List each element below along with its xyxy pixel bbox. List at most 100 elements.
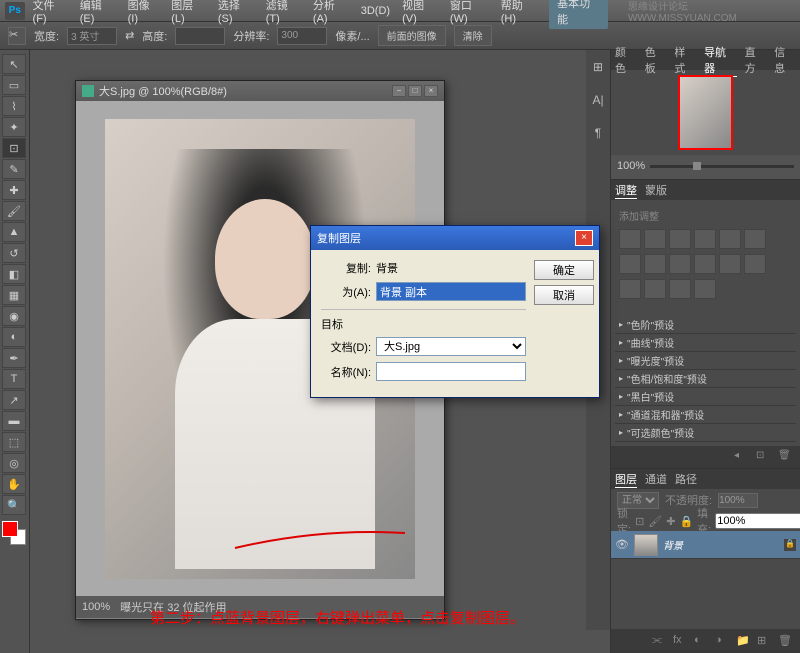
menu-file[interactable]: 文件(F) bbox=[33, 0, 68, 25]
lock-all-icon[interactable]: 🔒 bbox=[679, 515, 693, 528]
ok-button[interactable]: 确定 bbox=[534, 260, 594, 280]
preset-channel[interactable]: "通道混和器"预设 bbox=[615, 406, 796, 424]
layer-background-row[interactable]: 👁 背景 🔒 bbox=[611, 531, 800, 559]
menu-analysis[interactable]: 分析(A) bbox=[313, 0, 349, 25]
preset-levels[interactable]: "色阶"预设 bbox=[615, 316, 796, 334]
adj-foot-icon-3[interactable]: 🗑 bbox=[778, 450, 794, 464]
navigator-preview[interactable] bbox=[611, 70, 800, 155]
lock-pos-icon[interactable]: ✚ bbox=[666, 515, 675, 528]
close-button[interactable]: × bbox=[424, 85, 438, 97]
minimize-button[interactable]: − bbox=[392, 85, 406, 97]
tab-info[interactable]: 信息 bbox=[774, 44, 796, 76]
tab-paths[interactable]: 路径 bbox=[675, 471, 697, 487]
layer-lock-icon[interactable]: 🔒 bbox=[784, 539, 796, 551]
zoom-value[interactable]: 100% bbox=[82, 601, 110, 613]
adj-poster-icon[interactable] bbox=[719, 254, 741, 274]
visibility-icon[interactable]: 👁 bbox=[615, 538, 629, 552]
hand-tool[interactable]: ✋ bbox=[2, 474, 26, 494]
group-icon[interactable]: 📁 bbox=[736, 634, 752, 648]
height-input[interactable] bbox=[175, 27, 225, 45]
adj-3-icon[interactable] bbox=[669, 279, 691, 299]
doc-select[interactable]: 大S.jpg bbox=[376, 337, 526, 356]
adj-invert-icon[interactable] bbox=[694, 254, 716, 274]
adj-4-icon[interactable] bbox=[694, 279, 716, 299]
lock-pixel-icon[interactable]: 🖌 bbox=[648, 515, 662, 528]
tab-masks[interactable]: 蒙版 bbox=[645, 182, 667, 198]
nav-zoom-value[interactable]: 100% bbox=[617, 160, 645, 172]
adj-curves-icon[interactable] bbox=[669, 229, 691, 249]
3d-cam-tool[interactable]: ◎ bbox=[2, 453, 26, 473]
type-tool[interactable]: T bbox=[2, 369, 26, 389]
adj-grad-icon[interactable] bbox=[619, 279, 641, 299]
clear-button[interactable]: 清除 bbox=[454, 25, 492, 46]
adj-foot-icon-1[interactable]: ◂ bbox=[734, 450, 750, 464]
pen-tool[interactable]: ✒ bbox=[2, 348, 26, 368]
link-icon[interactable]: ⫘ bbox=[652, 634, 668, 648]
layer-name[interactable]: 背景 bbox=[663, 537, 683, 552]
preset-bw[interactable]: "黑白"预设 bbox=[615, 388, 796, 406]
adj-levels-icon[interactable] bbox=[644, 229, 666, 249]
adjust-layer-icon[interactable]: ◑ bbox=[715, 634, 731, 648]
lock-trans-icon[interactable]: ⊡ bbox=[635, 515, 644, 528]
tab-histogram[interactable]: 直方 bbox=[745, 44, 767, 76]
foreground-color[interactable] bbox=[2, 521, 18, 537]
crop-tool[interactable]: ⊡ bbox=[2, 138, 26, 158]
document-titlebar[interactable]: 大S.jpg @ 100%(RGB/8#) − □ × bbox=[76, 81, 444, 101]
fill-input[interactable] bbox=[715, 513, 800, 529]
layer-thumb[interactable] bbox=[634, 534, 658, 556]
adj-bw-icon[interactable] bbox=[619, 254, 641, 274]
strip-icon-2[interactable]: A| bbox=[589, 93, 607, 111]
name-input[interactable] bbox=[376, 362, 526, 381]
stamp-tool[interactable]: ▲ bbox=[2, 222, 26, 242]
preset-selective[interactable]: "可选颜色"预设 bbox=[615, 424, 796, 442]
wand-tool[interactable]: ✦ bbox=[2, 117, 26, 137]
adj-thresh-icon[interactable] bbox=[744, 254, 766, 274]
menu-image[interactable]: 图像(I) bbox=[128, 0, 160, 25]
swap-icon[interactable]: ⇄ bbox=[125, 29, 134, 42]
menu-window[interactable]: 窗口(W) bbox=[450, 0, 489, 25]
menu-filter[interactable]: 滤镜(T) bbox=[266, 0, 301, 25]
menu-edit[interactable]: 编辑(E) bbox=[80, 0, 116, 25]
front-image-button[interactable]: 前面的图像 bbox=[378, 25, 446, 46]
color-swatch[interactable] bbox=[2, 521, 26, 545]
adj-exposure-icon[interactable] bbox=[694, 229, 716, 249]
move-tool[interactable]: ↖ bbox=[2, 54, 26, 74]
new-layer-icon[interactable]: ⊞ bbox=[757, 634, 773, 648]
tab-styles[interactable]: 样式 bbox=[674, 44, 696, 76]
tab-navigator[interactable]: 导航器 bbox=[704, 44, 737, 77]
dialog-titlebar[interactable]: 复制图层 × bbox=[311, 226, 599, 250]
as-input[interactable] bbox=[376, 282, 526, 301]
adj-photo-icon[interactable] bbox=[644, 254, 666, 274]
tab-layers[interactable]: 图层 bbox=[615, 471, 637, 488]
gradient-tool[interactable]: ▦ bbox=[2, 285, 26, 305]
3d-tool[interactable]: ⬚ bbox=[2, 432, 26, 452]
path-tool[interactable]: ↗ bbox=[2, 390, 26, 410]
mask-icon[interactable]: ◐ bbox=[694, 634, 710, 648]
cancel-button[interactable]: 取消 bbox=[534, 285, 594, 305]
menu-layer[interactable]: 图层(L) bbox=[171, 0, 206, 25]
eraser-tool[interactable]: ◧ bbox=[2, 264, 26, 284]
lasso-tool[interactable]: ⌇ bbox=[2, 96, 26, 116]
width-input[interactable] bbox=[67, 27, 117, 45]
preset-curves[interactable]: "曲线"预设 bbox=[615, 334, 796, 352]
tab-channels[interactable]: 通道 bbox=[645, 471, 667, 487]
menu-view[interactable]: 视图(V) bbox=[402, 0, 438, 25]
adj-sel-icon[interactable] bbox=[644, 279, 666, 299]
nav-zoom-slider[interactable] bbox=[650, 165, 794, 168]
preset-exposure[interactable]: "曝光度"预设 bbox=[615, 352, 796, 370]
resolution-input[interactable] bbox=[277, 27, 327, 45]
dialog-close-button[interactable]: × bbox=[575, 230, 593, 246]
menu-3d[interactable]: 3D(D) bbox=[361, 5, 390, 17]
adj-hue-icon[interactable] bbox=[744, 229, 766, 249]
zoom-tool[interactable]: 🔍 bbox=[2, 495, 26, 515]
opacity-input[interactable] bbox=[718, 493, 758, 508]
dodge-tool[interactable]: ◐ bbox=[2, 327, 26, 347]
menu-select[interactable]: 选择(S) bbox=[218, 0, 254, 25]
marquee-tool[interactable]: ▭ bbox=[2, 75, 26, 95]
eyedropper-tool[interactable]: ✎ bbox=[2, 159, 26, 179]
shape-tool[interactable]: ▬ bbox=[2, 411, 26, 431]
delete-layer-icon[interactable]: 🗑 bbox=[778, 634, 794, 648]
adj-vibrance-icon[interactable] bbox=[719, 229, 741, 249]
heal-tool[interactable]: ✚ bbox=[2, 180, 26, 200]
brush-tool[interactable]: 🖌 bbox=[2, 201, 26, 221]
